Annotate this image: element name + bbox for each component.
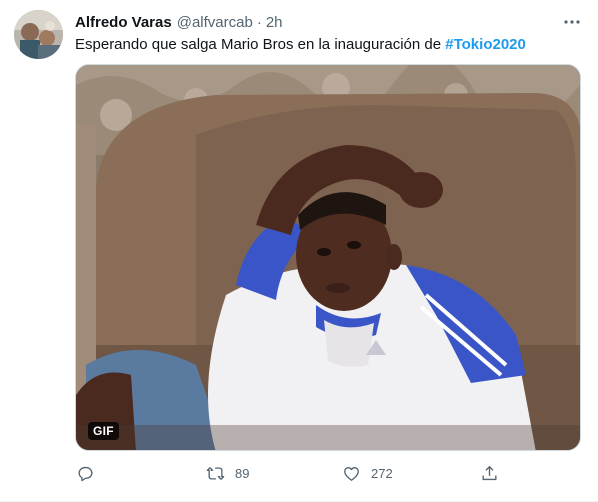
- tweet-text: Esperando que salga Mario Bros en la ina…: [75, 35, 526, 55]
- reply-button[interactable]: [76, 459, 105, 487]
- tweet-card[interactable]: Alfredo Varas @alfvarcab · 2h Esperando …: [0, 0, 598, 502]
- user-handle[interactable]: @alfvarcab: [177, 14, 253, 31]
- share-icon: [482, 465, 497, 480]
- reply-icon: [78, 466, 93, 481]
- like-button[interactable]: 272: [342, 459, 393, 487]
- tweet-header: Alfredo Varas @alfvarcab · 2h: [75, 12, 283, 32]
- share-button[interactable]: [480, 459, 499, 487]
- more-icon: [564, 20, 580, 24]
- tweet-media-gif[interactable]: GIF: [75, 64, 581, 451]
- retweet-icon: [206, 466, 225, 480]
- avatar-image: [14, 10, 63, 59]
- more-button[interactable]: [562, 12, 582, 32]
- retweet-count: 89: [235, 465, 250, 481]
- like-icon: [344, 466, 359, 481]
- tweet-body: Esperando que salga Mario Bros en la ina…: [75, 36, 446, 53]
- like-count: 272: [371, 465, 393, 481]
- gif-frame: [76, 65, 580, 450]
- gif-badge: GIF: [88, 422, 119, 440]
- display-name[interactable]: Alfredo Varas: [75, 14, 172, 31]
- separator-dot: ·: [256, 13, 262, 31]
- hashtag-link[interactable]: #Tokio2020: [445, 36, 526, 53]
- tweet-timestamp[interactable]: 2h: [266, 14, 283, 31]
- retweet-button[interactable]: 89: [206, 459, 249, 487]
- tweet-actions: 89 272: [70, 459, 510, 487]
- avatar[interactable]: [14, 10, 63, 59]
